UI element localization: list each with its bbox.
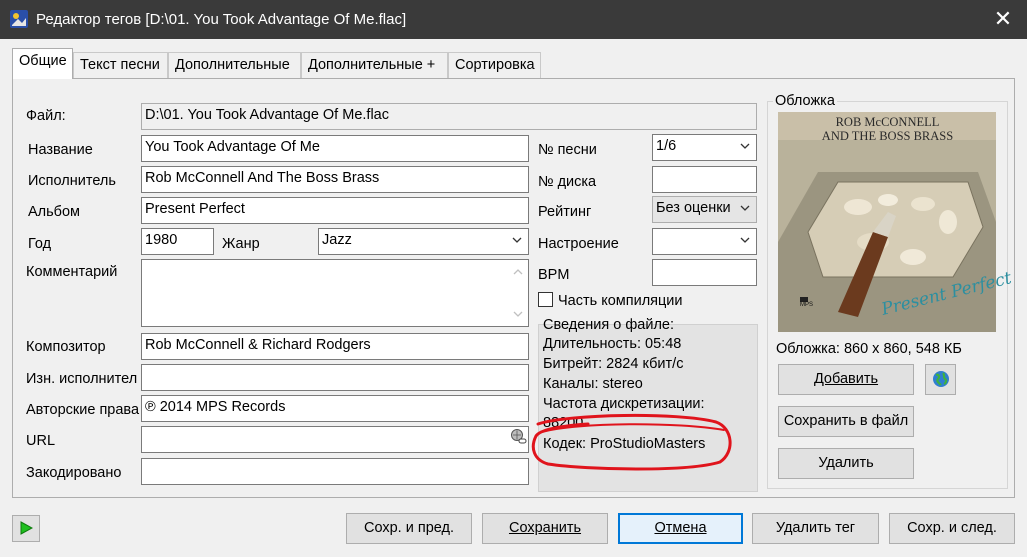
delete-cover-button[interactable]: Удалить [778,448,914,479]
red-annotation-circle [531,413,732,471]
tab-additional-plus[interactable]: Дополнительные + [301,52,448,78]
orig-artist-label: Изн. исполнител [26,371,138,387]
window-title: Редактор тегов [D:\01. You Took Advantag… [36,11,407,28]
rating-select[interactable]: Без оценки [652,196,757,223]
composer-label: Композитор [26,339,106,355]
mood-select[interactable] [652,228,757,255]
copyright-label: Авторские права [26,402,140,418]
artist-label: Исполнитель [28,173,116,189]
chevron-down-icon [740,205,750,211]
cover-info-text: Обложка: 860 x 860, 548 КБ [776,341,962,357]
cover-art-title-line2: AND THE BOSS BRASS [821,129,954,143]
add-cover-label: Добавить [813,371,879,387]
search-cover-online-button[interactable] [925,364,956,395]
duration-text: Длительность: 05:48 [543,336,682,352]
tab-additional[interactable]: Дополнительные [168,52,301,78]
close-icon[interactable]: ✕ [988,4,1018,34]
copyright-input[interactable]: ℗ 2014 MPS Records [141,395,529,422]
save-button[interactable]: Сохранить [482,513,608,544]
tab-lyrics[interactable]: Текст песни [73,52,168,78]
rating-value: Без оценки [656,200,731,216]
file-path-field[interactable]: D:\01. You Took Advantage Of Me.flac [141,103,757,130]
mood-label: Настроение [538,236,619,252]
save-cover-to-file-button[interactable]: Сохранить в файл [778,406,914,437]
comment-scrollbar[interactable] [510,262,526,324]
genre-label: Жанр [222,236,260,252]
compilation-label: Часть компиляции [558,293,683,309]
cancel-button[interactable]: Отмена [618,513,743,544]
play-icon [20,521,34,535]
samplerate-label: Частота дискретизации: [543,396,705,412]
save-and-next-button[interactable]: Сохр. и след. [889,513,1015,544]
link-icon[interactable] [510,428,527,445]
title-label: Название [28,142,93,158]
scroll-arrows-icon [513,269,523,317]
save-label: Сохранить [508,520,582,536]
disc-input[interactable] [652,166,757,193]
track-value: 1/6 [656,138,677,154]
compilation-checkbox[interactable] [538,292,553,307]
channels-text: Каналы: stereo [543,376,643,392]
cover-art-label-logo: MPS [800,302,814,308]
tab-sorting[interactable]: Сортировка [448,52,541,78]
url-label: URL [26,433,56,449]
delete-tag-button[interactable]: Удалить тег [752,513,879,544]
globe-icon [932,371,949,387]
chevron-down-icon [512,237,522,243]
chevron-down-icon [740,143,750,149]
year-input[interactable]: 1980 [141,228,214,255]
bpm-input[interactable] [652,259,757,286]
genre-select[interactable]: Jazz [318,228,529,255]
tab-general[interactable]: Общие [12,48,73,79]
cancel-label: Отмена [654,520,707,536]
url-input[interactable] [141,426,529,453]
play-button[interactable] [12,515,40,542]
track-label: № песни [538,142,597,158]
artist-input[interactable]: Rob McConnell And The Boss Brass [141,166,529,193]
bpm-label: BPM [538,267,570,283]
bitrate-text: Битрейт: 2824 кбит/с [543,356,684,372]
chevron-down-icon [740,237,750,243]
cover-art-title-line1: ROB McCONNELL [835,115,940,129]
album-input[interactable]: Present Perfect [141,197,529,224]
orig-artist-input[interactable] [141,364,529,391]
album-label: Альбом [28,204,81,220]
year-label: Год [28,236,52,252]
file-label: Файл: [26,108,66,124]
genre-value: Jazz [322,232,352,248]
encoded-by-label: Закодировано [26,465,122,481]
rating-label: Рейтинг [538,204,592,220]
save-and-previous-button[interactable]: Сохр. и пред. [346,513,472,544]
disc-label: № диска [538,174,597,190]
track-select[interactable]: 1/6 [652,134,757,161]
title-input[interactable]: You Took Advantage Of Me [141,135,529,162]
add-cover-button[interactable]: Добавить [778,364,914,395]
comment-label: Комментарий [26,264,118,280]
app-icon [10,10,28,28]
encoded-by-input[interactable] [141,458,529,485]
composer-input[interactable]: Rob McConnell & Richard Rodgers [141,333,529,360]
file-info-heading: Сведения о файле: [543,317,675,333]
cover-heading: Обложка [773,93,837,109]
comment-textarea[interactable] [141,259,529,327]
